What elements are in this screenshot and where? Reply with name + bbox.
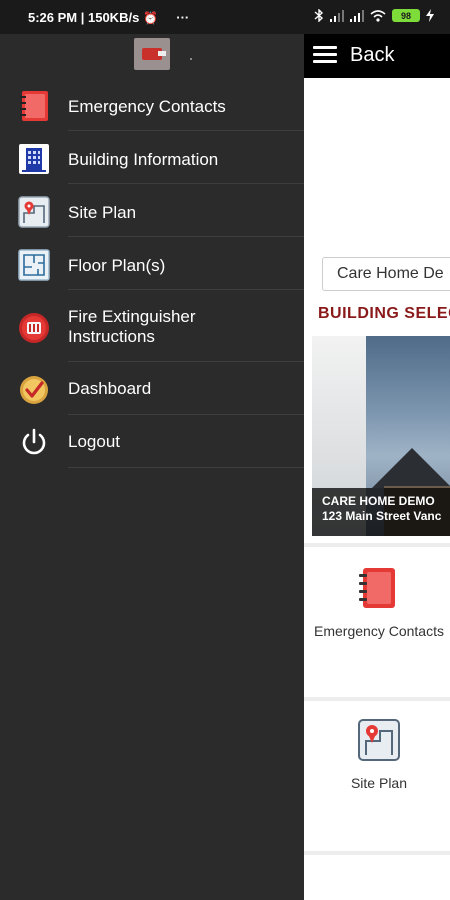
logo-nozzle-shape — [158, 51, 166, 56]
drawer-separator — [68, 289, 304, 290]
dashboard-check-icon — [20, 376, 48, 404]
wifi-icon — [370, 9, 386, 22]
menu-icon[interactable] — [313, 46, 337, 64]
drawer-separator — [68, 130, 304, 131]
tile-site-plan-label: Site Plan — [350, 775, 408, 791]
charging-icon — [426, 9, 434, 22]
drawer-item-label: Dashboard — [68, 379, 152, 398]
photo-roof — [372, 448, 450, 488]
alarm-icon: ⏰ — [143, 10, 159, 25]
site-plan-icon — [358, 719, 400, 761]
drawer-item-site-plan[interactable]: Site Plan — [0, 194, 304, 236]
drawer-item-label: Building Information — [68, 150, 219, 169]
navigation-drawer: Emergency Contacts Building Information … — [0, 34, 304, 900]
drawer-separator — [68, 414, 304, 415]
drawer-item-label: Floor Plan(s) — [68, 256, 166, 275]
address-book-icon — [20, 91, 48, 121]
building-selection-heading: BUILDING SELEC — [318, 305, 450, 322]
building-name: CARE HOME DEMO — [322, 494, 435, 508]
drawer-separator — [68, 236, 304, 237]
tile-site-plan[interactable]: Site Plan — [304, 701, 450, 851]
drawer-separator — [68, 361, 304, 362]
status-bar: 5:26 PM | 150KB/s ⏰ ··· 98 — [0, 0, 450, 34]
drawer-separator — [68, 183, 304, 184]
tile-emergency-contacts-label: Emergency Contacts — [314, 623, 444, 639]
drawer-item-fire-extinguisher-instructions[interactable]: Fire Extinguisher Instructions — [0, 300, 304, 360]
building-caption: CARE HOME DEMO 123 Main Street Vanc — [312, 488, 450, 536]
more-notifications-icon: ··· — [176, 10, 190, 25]
building-select[interactable]: Care Home De — [322, 257, 450, 291]
bluetooth-icon — [314, 9, 324, 22]
signal-icon-2 — [350, 9, 364, 22]
floor-plan-icon — [18, 249, 50, 281]
fire-extinguisher-icon — [19, 313, 49, 343]
building-icon — [19, 144, 49, 174]
building-address: 123 Main Street Vanc — [322, 509, 442, 523]
logo-dot — [190, 58, 192, 60]
drawer-item-logout[interactable]: Logout — [0, 425, 304, 467]
status-time-speed: 5:26 PM | 150KB/s — [28, 10, 140, 25]
tile-divider — [304, 851, 450, 855]
back-button[interactable]: Back — [350, 44, 394, 67]
drawer-item-dashboard[interactable]: Dashboard — [0, 372, 304, 414]
drawer-item-label: Emergency Contacts — [68, 97, 226, 116]
tile-emergency-contacts[interactable]: Emergency Contacts — [304, 547, 450, 697]
building-photo[interactable]: CARE HOME DEMO 123 Main Street Vanc — [312, 336, 450, 536]
drawer-separator — [68, 467, 304, 468]
site-plan-icon — [18, 196, 50, 228]
drawer-item-emergency-contacts[interactable]: Emergency Contacts — [0, 88, 304, 130]
battery-icon: 98 — [392, 9, 420, 22]
power-icon — [22, 428, 46, 455]
address-book-icon — [359, 568, 395, 608]
drawer-item-building-information[interactable]: Building Information — [0, 141, 304, 183]
app-logo — [134, 38, 170, 70]
drawer-item-floor-plans[interactable]: Floor Plan(s) — [0, 247, 304, 289]
drawer-item-label: Site Plan — [68, 203, 137, 222]
drawer-item-label: Logout — [68, 432, 120, 451]
drawer-item-label: Fire Extinguisher Instructions — [68, 307, 196, 346]
signal-icon — [330, 9, 344, 22]
